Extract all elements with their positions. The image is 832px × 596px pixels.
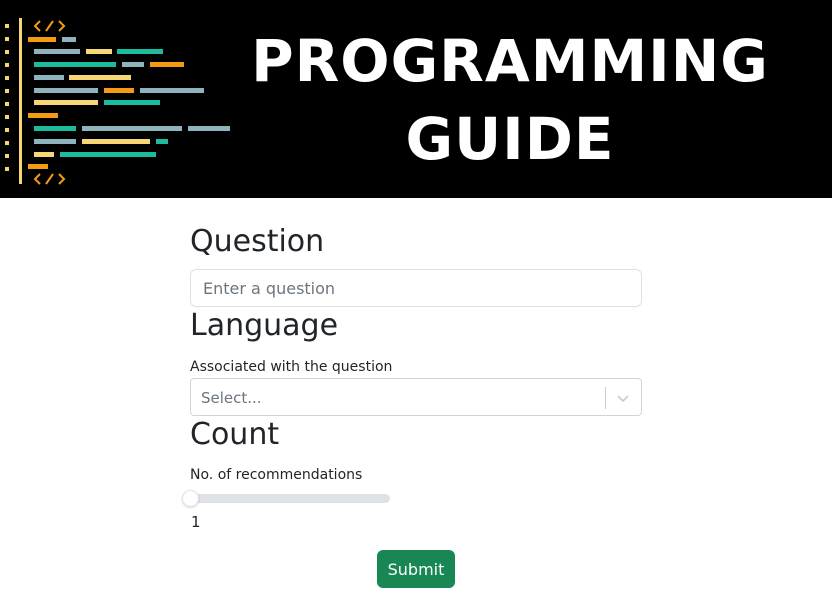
language-heading: Language [190,308,339,343]
language-select[interactable]: Select... [190,378,642,416]
banner-title: PROGRAMMING GUIDE [248,22,772,178]
banner-title-line-1: PROGRAMMING [251,27,769,95]
banner-title-line-2: GUIDE [405,105,615,173]
language-select-placeholder: Select... [201,389,262,407]
header-banner: PROGRAMMING GUIDE [0,0,832,198]
slider-thumb[interactable] [182,490,199,507]
count-value: 1 [191,513,201,531]
chevron-down-icon[interactable] [614,389,632,407]
count-sublabel: No. of recommendations [190,467,363,483]
submit-button[interactable]: Submit [377,550,455,588]
question-input[interactable] [190,269,642,307]
count-heading: Count [190,417,280,452]
language-sublabel: Associated with the question [190,359,393,375]
question-heading: Question [190,224,325,259]
select-separator [605,387,606,409]
count-slider[interactable] [182,490,390,507]
code-brackets-icon [5,18,230,185]
